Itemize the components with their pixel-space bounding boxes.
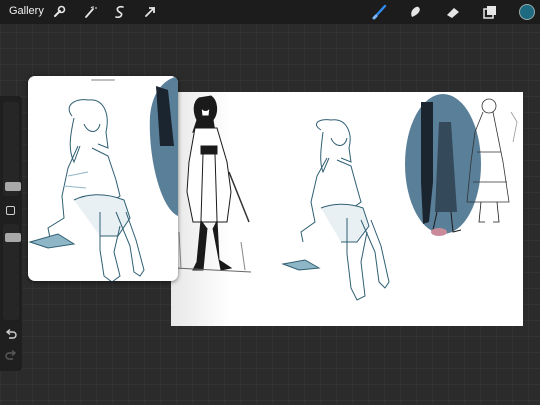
magic-wand-icon[interactable]	[81, 3, 99, 21]
layers-icon[interactable]	[481, 3, 499, 21]
wrench-icon[interactable]	[50, 3, 68, 21]
selection-icon[interactable]	[111, 3, 129, 21]
seated-girl-figure	[281, 119, 390, 301]
smudge-icon[interactable]	[406, 3, 424, 21]
gallery-button[interactable]: Gallery	[9, 5, 44, 17]
reference-seated-girl	[28, 99, 145, 281]
opacity-thumb[interactable]	[5, 233, 21, 242]
transform-arrow-icon[interactable]	[141, 3, 159, 21]
character-vignette	[405, 94, 481, 236]
redo-icon[interactable]	[4, 349, 18, 363]
sidebar	[0, 96, 22, 371]
brush-size-slider[interactable]	[3, 102, 21, 196]
reference-artwork	[28, 76, 178, 281]
undo-icon[interactable]	[4, 328, 18, 342]
modify-button[interactable]	[6, 206, 15, 215]
eraser-icon[interactable]	[444, 3, 462, 21]
brush-icon[interactable]	[371, 3, 389, 21]
reference-window[interactable]	[28, 76, 178, 281]
drawing-canvas[interactable]	[171, 92, 523, 326]
top-toolbar: Gallery	[0, 0, 540, 24]
canvas-artwork	[171, 92, 518, 326]
opacity-slider[interactable]	[3, 224, 21, 320]
brush-size-thumb[interactable]	[5, 182, 21, 191]
color-picker-swatch[interactable]	[519, 4, 535, 20]
